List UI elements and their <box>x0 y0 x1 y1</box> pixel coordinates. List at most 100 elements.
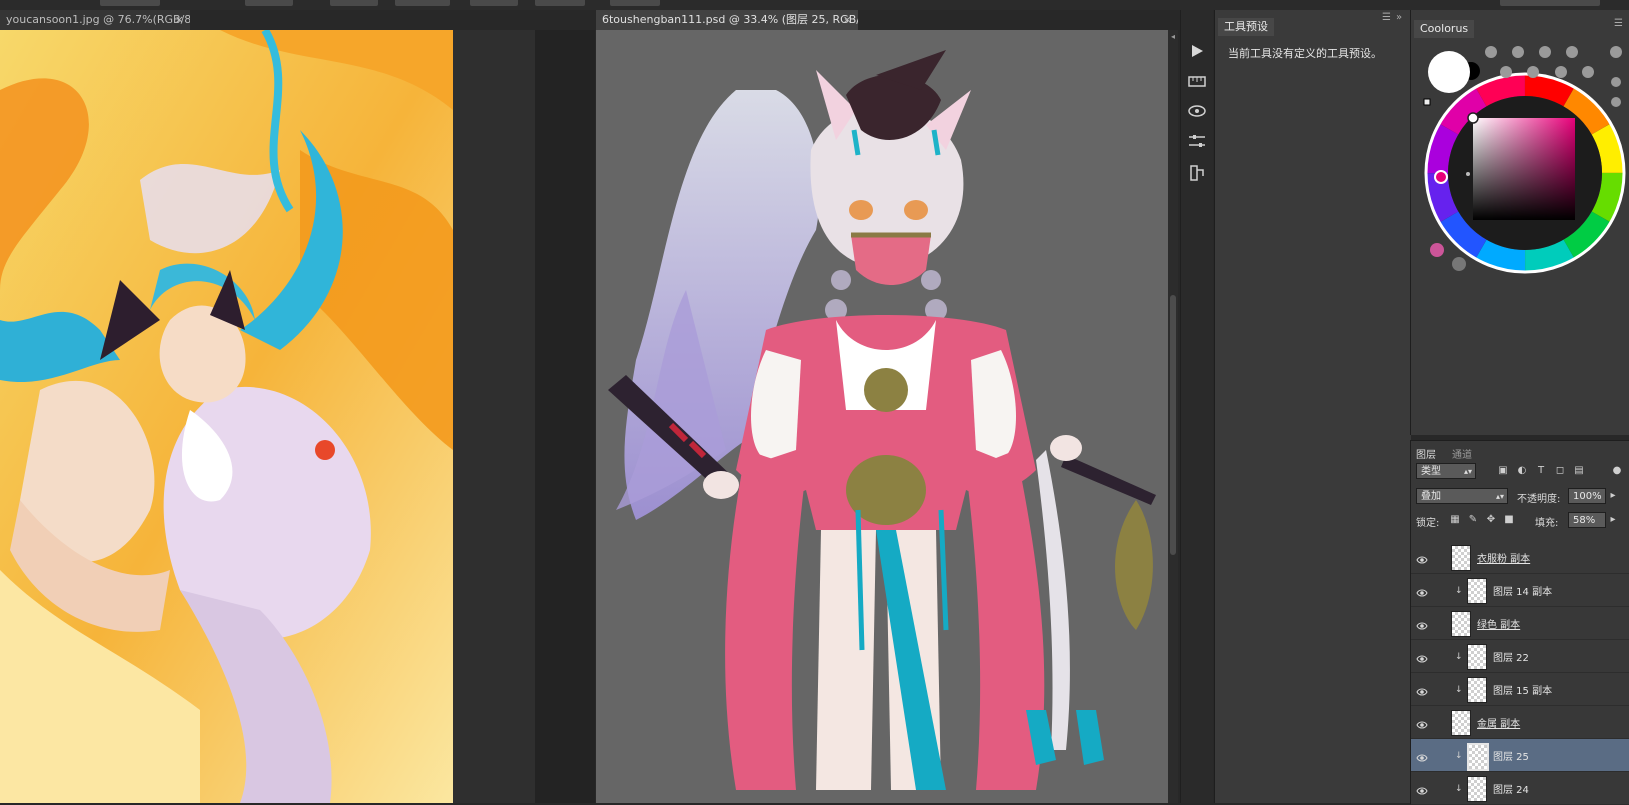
reference-illustration <box>0 30 453 803</box>
tool-presets-message: 当前工具没有定义的工具预设。 <box>1228 47 1382 60</box>
opacity-slider-icon[interactable]: ▸ <box>1606 489 1620 503</box>
eye-icon[interactable] <box>1416 716 1428 729</box>
play-icon[interactable] <box>1183 38 1211 64</box>
3d-icon[interactable] <box>1183 98 1211 124</box>
blend-mode-dropdown[interactable]: 叠加 ▴▾ <box>1416 488 1508 504</box>
layer-row[interactable]: 绿色 副本 <box>1411 607 1629 640</box>
menu-segment[interactable] <box>395 0 450 6</box>
clip-arrow-icon: ↓ <box>1455 586 1463 596</box>
layer-name[interactable]: 金属 副本 <box>1477 715 1520 730</box>
tab-label: youcansoon1.jpg @ 76.7%(RGB/8) <box>6 13 190 26</box>
blend-mode-value: 叠加 <box>1421 491 1441 502</box>
tab-layers[interactable]: 图层 <box>1416 446 1436 461</box>
tab-document-left[interactable]: youcansoon1.jpg @ 76.7%(RGB/8) × <box>0 10 190 30</box>
clip-arrow-icon: ↓ <box>1455 784 1463 794</box>
panel-menu-icon[interactable]: ☰ <box>1614 18 1623 29</box>
panel-menu-icon[interactable]: ☰ <box>1382 12 1391 23</box>
tool-preset-icon[interactable] <box>1183 160 1211 186</box>
tab-coolorus[interactable]: Coolorus <box>1414 20 1475 38</box>
scrollbar-thumb[interactable] <box>1170 295 1176 555</box>
menu-segment[interactable] <box>535 0 585 6</box>
layer-name[interactable]: 图层 15 副本 <box>1493 682 1552 697</box>
foreground-colour-swatch <box>1428 51 1470 93</box>
lock-label: 锁定: <box>1416 518 1440 529</box>
layer-name[interactable]: 图层 25 <box>1493 748 1529 763</box>
filter-label: 类型 <box>1421 466 1441 477</box>
eye-icon[interactable] <box>1416 551 1428 564</box>
layer-thumbnail[interactable] <box>1451 710 1471 736</box>
menu-segment[interactable] <box>470 0 518 6</box>
tab-channels[interactable]: 通道 <box>1452 446 1472 461</box>
layer-thumbnail[interactable] <box>1467 677 1487 703</box>
eye-icon[interactable] <box>1416 782 1428 795</box>
scroll-up-icon[interactable]: ◂ <box>1168 32 1178 42</box>
clip-arrow-icon: ↓ <box>1455 685 1463 695</box>
tab-tool-presets[interactable]: 工具预设 <box>1218 18 1274 36</box>
panel-dock-strip <box>1180 10 1213 803</box>
layer-row[interactable]: ↓ 图层 22 <box>1411 640 1629 673</box>
measure-icon[interactable] <box>1183 68 1211 94</box>
layer-filter-dropdown[interactable]: 类型 ▴▾ <box>1416 463 1476 479</box>
lock-all-icon[interactable]: ■ <box>1502 513 1516 527</box>
eye-icon[interactable] <box>1416 683 1428 696</box>
layer-name[interactable]: 绿色 副本 <box>1477 616 1520 631</box>
lock-move-icon[interactable]: ✥ <box>1484 513 1498 527</box>
colour-wheel-area[interactable] <box>1411 38 1629 328</box>
layer-row[interactable]: ↓ 图层 24 <box>1411 772 1629 805</box>
opacity-label: 不透明度: <box>1517 494 1561 505</box>
menu-segment[interactable] <box>100 0 160 6</box>
filter-shape-icon[interactable]: ◻ <box>1553 464 1567 478</box>
layer-row[interactable]: ↓ 图层 14 副本 <box>1411 574 1629 607</box>
close-icon[interactable]: × <box>175 10 184 30</box>
tool-presets-panel <box>1214 10 1411 803</box>
opacity-field[interactable]: 100% <box>1568 488 1606 504</box>
lock-transparency-icon[interactable]: ▦ <box>1448 513 1462 527</box>
adjust-icon[interactable] <box>1183 128 1211 154</box>
layer-thumbnail[interactable] <box>1451 545 1471 571</box>
canvas-right[interactable] <box>596 30 1174 803</box>
saturation-handle <box>1467 112 1479 124</box>
menu-segment[interactable] <box>1500 0 1600 6</box>
menu-segment[interactable] <box>330 0 378 6</box>
filter-adjust-icon[interactable]: ◐ <box>1515 464 1529 478</box>
layer-thumbnail[interactable] <box>1467 743 1489 771</box>
filter-type-icon[interactable]: T <box>1534 464 1548 478</box>
filter-smart-icon[interactable]: ▤ <box>1572 464 1586 478</box>
hue-handle <box>1434 170 1448 184</box>
layer-name[interactable]: 图层 14 副本 <box>1493 583 1552 598</box>
eye-icon[interactable] <box>1416 617 1428 630</box>
colour-wheel[interactable] <box>1411 38 1629 328</box>
layer-name[interactable]: 图层 24 <box>1493 781 1529 796</box>
layer-thumbnail[interactable] <box>1467 578 1487 604</box>
canvas-left[interactable] <box>0 30 453 803</box>
fill-field[interactable]: 58% <box>1568 512 1606 528</box>
layer-row[interactable]: 衣服粉 副本 <box>1411 541 1629 574</box>
canvas-pasteboard <box>535 30 595 803</box>
lock-brush-icon[interactable]: ✎ <box>1466 513 1480 527</box>
eye-icon[interactable] <box>1416 650 1428 663</box>
layer-row[interactable]: ↓ 图层 15 副本 <box>1411 673 1629 706</box>
chevron-down-icon: ▴▾ <box>1495 492 1504 501</box>
filter-toggle-icon[interactable]: ● <box>1610 464 1624 478</box>
tab-document-right[interactable]: 6toushengban111.psd @ 33.4% (图层 25, RGB/… <box>596 10 858 30</box>
close-icon[interactable]: × <box>843 10 852 30</box>
eye-icon[interactable] <box>1416 584 1428 597</box>
layer-name[interactable]: 图层 22 <box>1493 649 1529 664</box>
layer-name[interactable]: 衣服粉 副本 <box>1477 550 1530 565</box>
layer-thumbnail[interactable] <box>1467 776 1487 802</box>
colour-harmony-icon <box>1430 243 1444 257</box>
filter-pixel-icon[interactable]: ▣ <box>1496 464 1510 478</box>
eye-icon[interactable] <box>1416 749 1428 762</box>
clip-arrow-icon: ↓ <box>1455 652 1463 662</box>
layer-row[interactable]: 金属 副本 <box>1411 706 1629 739</box>
menu-segment[interactable] <box>610 0 660 6</box>
layer-thumbnail[interactable] <box>1451 611 1471 637</box>
fill-slider-icon[interactable]: ▸ <box>1606 513 1620 527</box>
fill-label: 填充: <box>1535 518 1559 529</box>
layer-row[interactable]: ↓ 图层 25 <box>1411 739 1629 772</box>
tab-label: 6toushengban111.psd @ 33.4% (图层 25, RGB/… <box>602 13 858 26</box>
layer-thumbnail[interactable] <box>1467 644 1487 670</box>
menu-segment[interactable] <box>245 0 293 6</box>
menu-strip <box>0 0 1629 10</box>
collapse-icon[interactable]: » <box>1396 12 1402 23</box>
